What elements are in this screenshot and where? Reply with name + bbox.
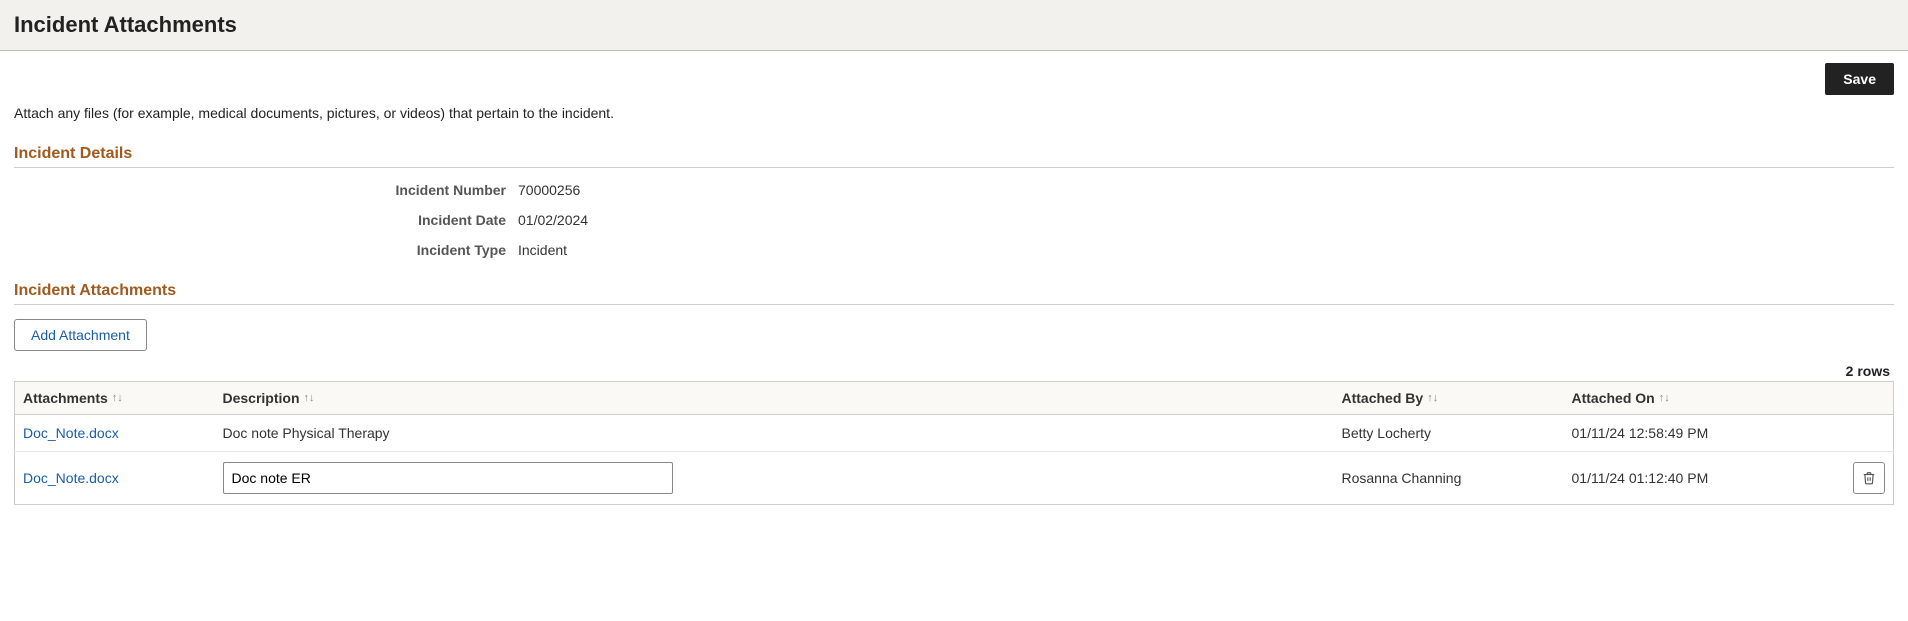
page-header: Incident Attachments [0,0,1908,51]
column-header-attached-on[interactable]: Attached On ↑↓ [1564,382,1844,415]
incident-details-grid: Incident Number 70000256 Incident Date 0… [18,182,1894,258]
add-attachment-button[interactable]: Add Attachment [14,319,147,351]
column-header-description-label: Description [223,390,300,406]
detail-row-incident-date: Incident Date 01/02/2024 [18,212,1894,228]
instructions-text: Attach any files (for example, medical d… [14,105,1894,121]
column-header-attached-on-label: Attached On [1572,390,1655,406]
column-header-attached-by-label: Attached By [1342,390,1424,406]
column-header-attachments[interactable]: Attachments ↑↓ [15,382,215,415]
description-text: Doc note Physical Therapy [223,425,390,441]
incident-type-value: Incident [518,242,567,258]
attachments-table: Attachments ↑↓ Description ↑↓ Attached B… [14,381,1894,505]
incident-date-value: 01/02/2024 [518,212,588,228]
action-bar: Save [14,63,1894,95]
sort-icon: ↑↓ [112,392,123,404]
attached-by-text: Betty Locherty [1334,415,1564,452]
delete-button[interactable] [1853,462,1885,494]
attachment-link[interactable]: Doc_Note.docx [23,425,119,441]
trash-icon [1862,471,1876,485]
detail-row-incident-type: Incident Type Incident [18,242,1894,258]
incident-attachments-heading: Incident Attachments [14,282,1894,305]
column-header-attached-by[interactable]: Attached By ↑↓ [1334,382,1564,415]
incident-details-heading: Incident Details [14,145,1894,168]
column-header-attachments-label: Attachments [23,390,108,406]
attached-on-text: 01/11/24 12:58:49 PM [1564,415,1844,452]
page-title: Incident Attachments [14,12,1894,38]
detail-row-incident-number: Incident Number 70000256 [18,182,1894,198]
table-row: Doc_Note.docx Rosanna Channing01/11/24 01… [15,452,1894,505]
incident-number-value: 70000256 [518,182,580,198]
sort-icon: ↑↓ [1427,392,1438,404]
column-header-description[interactable]: Description ↑↓ [215,382,1334,415]
incident-type-label: Incident Type [18,242,518,258]
attached-on-text: 01/11/24 01:12:40 PM [1564,452,1844,505]
table-header-row: Attachments ↑↓ Description ↑↓ Attached B… [15,382,1894,415]
sort-icon: ↑↓ [304,392,315,404]
content-area: Save Attach any files (for example, medi… [0,51,1908,517]
save-button[interactable]: Save [1825,63,1894,95]
table-row: Doc_Note.docx Doc note Physical Therapy Be… [15,415,1894,452]
column-header-actions [1844,382,1894,415]
attached-by-text: Rosanna Channing [1334,452,1564,505]
description-input[interactable] [223,462,673,494]
incident-date-label: Incident Date [18,212,518,228]
sort-icon: ↑↓ [1659,392,1670,404]
attachment-link[interactable]: Doc_Note.docx [23,470,119,486]
row-count-text: 2 rows [14,361,1894,381]
incident-number-label: Incident Number [18,182,518,198]
